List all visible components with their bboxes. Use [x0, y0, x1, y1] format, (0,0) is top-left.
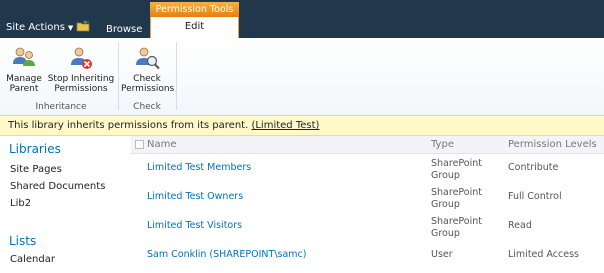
row-type: SharePoint Group	[431, 216, 483, 239]
row-type: SharePoint Group	[431, 187, 483, 210]
ribbon: Manage Parent Stop Inheriting Permission…	[0, 38, 604, 116]
table-row[interactable]: Limited Test Visitors SharePoint Group R…	[131, 216, 604, 244]
manage-parent-button[interactable]: Manage Parent	[5, 44, 43, 94]
row-name-link[interactable]: Limited Test Owners	[147, 191, 243, 202]
row-permission: Limited Access	[508, 249, 579, 260]
row-type: User	[431, 249, 453, 260]
row-type: SharePoint Group	[431, 158, 483, 181]
check-permissions-button[interactable]: Check Permissions	[121, 44, 175, 94]
row-permission: Full Control	[508, 191, 562, 202]
site-actions-menu[interactable]: Site Actions ▼	[6, 22, 73, 33]
top-navigation-bar: Site Actions ▼ Browse Permission Tools Ed…	[0, 0, 604, 39]
row-name-link[interactable]: Sam Conklin (SHAREPOINT\samc)	[147, 249, 306, 260]
tab-browse[interactable]: Browse	[106, 24, 142, 35]
table-row[interactable]: Limited Test Owners SharePoint Group Ful…	[131, 187, 604, 215]
permissions-table: Name Type Permission Levels Limited Test…	[131, 136, 604, 269]
column-header-type[interactable]: Type	[431, 139, 454, 150]
nav-item-shared-documents[interactable]: Shared Documents	[10, 181, 105, 192]
permission-tools-context-group: Permission Tools Edit	[150, 2, 239, 39]
inheritance-group-label: Inheritance	[35, 102, 87, 112]
column-header-name[interactable]: Name	[147, 139, 177, 150]
chevron-down-icon: ▼	[67, 24, 74, 32]
stop-inheriting-icon	[71, 47, 92, 69]
manage-parent-label: Manage Parent	[6, 74, 42, 94]
table-header: Name Type Permission Levels	[131, 136, 604, 154]
row-permission: Contribute	[508, 162, 559, 173]
nav-item-site-pages[interactable]: Site Pages	[10, 164, 62, 175]
stop-inheriting-button[interactable]: Stop Inheriting Permissions	[46, 44, 116, 94]
libraries-heading[interactable]: Libraries	[9, 142, 61, 156]
quick-launch: Libraries Site Pages Shared Documents Li…	[0, 136, 128, 269]
check-group-label: Check	[133, 102, 161, 112]
nav-item-lib2[interactable]: Lib2	[10, 198, 31, 209]
stop-inheriting-label: Stop Inheriting Permissions	[47, 74, 115, 94]
row-name-link[interactable]: Limited Test Members	[147, 162, 251, 173]
notice-text: This library inherits permissions from i…	[8, 120, 249, 131]
select-all-checkbox[interactable]	[135, 140, 144, 149]
ribbon-group-separator	[176, 42, 177, 110]
inheritance-notice-bar: This library inherits permissions from i…	[0, 116, 604, 136]
navigate-up-folder-icon[interactable]	[76, 20, 90, 32]
ribbon-group-separator	[118, 42, 119, 110]
lists-heading[interactable]: Lists	[9, 234, 36, 248]
check-permissions-icon	[136, 47, 160, 70]
table-row[interactable]: Limited Test Members SharePoint Group Co…	[131, 158, 604, 186]
site-actions-label: Site Actions	[6, 22, 65, 33]
check-permissions-label: Check Permissions	[121, 74, 175, 94]
row-name-link[interactable]: Limited Test Visitors	[147, 220, 242, 231]
column-header-permission-levels[interactable]: Permission Levels	[508, 139, 597, 150]
context-group-label: Permission Tools	[150, 2, 239, 17]
nav-item-calendar[interactable]: Calendar	[10, 254, 55, 265]
row-permission: Read	[508, 220, 532, 231]
manage-parent-icon	[13, 47, 35, 66]
parent-site-link[interactable]: (Limited Test)	[251, 120, 319, 131]
tab-edit[interactable]: Edit	[150, 17, 239, 39]
